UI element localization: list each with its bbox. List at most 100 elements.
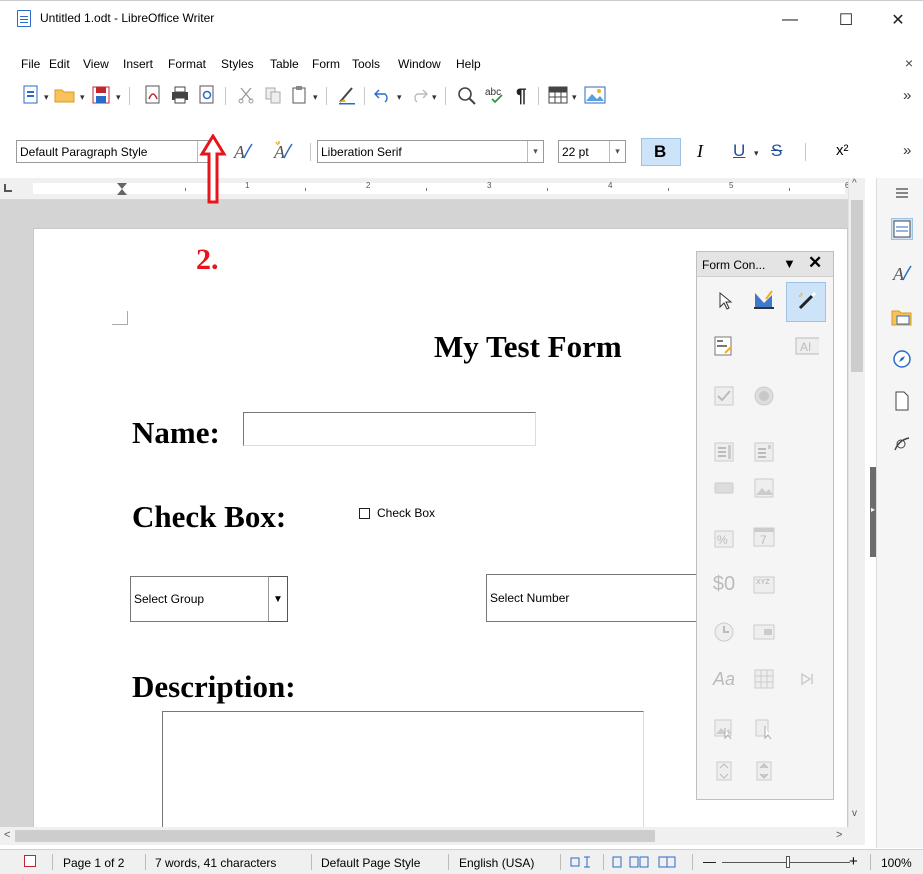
menu-tools[interactable]: Tools (352, 57, 380, 71)
new-style-icon[interactable]: A (272, 140, 294, 162)
vertical-scrollbar[interactable]: ^ v (848, 178, 865, 827)
panel-close-icon[interactable]: ✕ (808, 253, 822, 273)
italic-button[interactable]: I (697, 141, 703, 162)
menu-view[interactable]: View (83, 57, 109, 71)
time-field-icon[interactable] (712, 620, 736, 644)
gallery-icon[interactable] (891, 306, 913, 328)
menu-edit[interactable]: Edit (49, 57, 70, 71)
menu-format[interactable]: Format (168, 57, 206, 71)
description-text-area[interactable] (162, 711, 644, 827)
formatted-field-icon[interactable]: % (712, 527, 736, 551)
scroll-left-icon[interactable]: < (4, 829, 10, 841)
horizontal-scroll-thumb[interactable] (15, 830, 655, 842)
indent-marker-icon[interactable] (117, 189, 127, 195)
pattern-field-icon[interactable]: XYZ (752, 572, 776, 596)
label-text-icon[interactable]: Aa (712, 667, 736, 691)
check-box-control[interactable] (359, 508, 370, 519)
open-folder-icon[interactable] (54, 84, 76, 106)
select-number-listbox[interactable]: Select Number (486, 574, 701, 622)
save-icon[interactable] (90, 84, 112, 106)
combo-box-icon[interactable] (752, 440, 776, 464)
name-text-field[interactable] (243, 412, 536, 446)
find-replace-icon[interactable] (456, 84, 478, 106)
copy-icon[interactable] (262, 84, 284, 106)
menu-styles[interactable]: Styles (221, 57, 254, 71)
view-layout-icons[interactable] (612, 856, 682, 868)
menu-insert[interactable]: Insert (123, 57, 153, 71)
paste-icon[interactable] (289, 84, 311, 106)
zoom-out-button[interactable]: — (703, 854, 716, 869)
properties-icon[interactable] (891, 218, 913, 240)
image-control-icon[interactable] (712, 717, 736, 741)
zoom-in-button[interactable]: + (849, 853, 858, 870)
font-size-combo[interactable]: 22 pt ▾ (558, 140, 626, 163)
scroll-right-icon[interactable]: > (836, 829, 842, 841)
styles-icon[interactable]: A (891, 262, 913, 284)
toolbar-overflow-button[interactable]: » (903, 87, 911, 104)
zoom-slider-thumb[interactable] (786, 856, 790, 868)
close-window-button[interactable]: ✕ (875, 6, 921, 34)
insert-mode-icon[interactable] (570, 856, 596, 868)
select-pointer-icon[interactable] (713, 289, 737, 313)
menu-window[interactable]: Window (398, 57, 441, 71)
form-controls-header[interactable]: Form Con... ▼ ✕ (697, 252, 833, 277)
cut-icon[interactable] (235, 84, 257, 106)
chevron-down-icon[interactable]: ▾ (527, 141, 543, 162)
table-control-icon[interactable] (752, 667, 776, 691)
redo-icon[interactable] (408, 84, 430, 106)
insert-image-icon[interactable] (584, 84, 606, 106)
underline-button[interactable]: U (733, 141, 745, 161)
horizontal-ruler[interactable]: 1 2 3 4 5 6 (0, 178, 855, 200)
list-box-icon[interactable] (712, 440, 736, 464)
document-modified-icon[interactable] (24, 855, 36, 867)
file-selection-icon[interactable] (752, 620, 776, 644)
control-wizards-icon[interactable] (795, 289, 819, 313)
page-count-status[interactable]: Page 1 of 2 (63, 856, 124, 870)
label-field-icon[interactable]: AI (795, 334, 819, 358)
navigation-bar-icon[interactable] (795, 667, 819, 691)
push-button-icon[interactable] (712, 476, 736, 500)
word-count-status[interactable]: 7 words, 41 characters (155, 856, 276, 870)
insert-table-icon[interactable] (547, 84, 569, 106)
superscript-button[interactable]: x² (836, 142, 849, 159)
minimize-button[interactable]: — (767, 6, 813, 34)
export-pdf-icon[interactable] (142, 84, 164, 106)
font-name-combo[interactable]: Liberation Serif ▾ (317, 140, 544, 163)
bold-button[interactable]: B (641, 138, 681, 166)
update-style-icon[interactable]: A (232, 140, 254, 162)
tab-stop-icon[interactable] (4, 184, 12, 192)
toolbar-overflow-button[interactable]: » (903, 142, 911, 159)
document-select-icon[interactable] (752, 717, 776, 741)
language-status[interactable]: English (USA) (459, 856, 534, 870)
navigator-icon[interactable] (891, 348, 913, 370)
strikethrough-button[interactable]: S (771, 141, 782, 161)
sidebar-menu-icon[interactable] (891, 182, 913, 204)
spin-button-icon[interactable] (712, 759, 736, 783)
zoom-level-status[interactable]: 100% (881, 856, 912, 870)
spelling-icon[interactable]: abc (484, 84, 506, 106)
undo-icon[interactable] (372, 84, 394, 106)
chevron-down-icon[interactable]: ▼ (268, 576, 288, 622)
chevron-down-icon[interactable]: ▾ (609, 141, 625, 162)
maximize-button[interactable]: ☐ (823, 6, 869, 34)
vertical-scroll-thumb[interactable] (851, 200, 863, 372)
panel-menu-dropdown-icon[interactable]: ▼ (783, 256, 796, 271)
formatting-marks-icon[interactable]: ¶ (512, 84, 534, 106)
page-style-status[interactable]: Default Page Style (321, 856, 420, 870)
print-icon[interactable] (169, 84, 191, 106)
paragraph-style-combo[interactable]: Default Paragraph Style ▾ (16, 140, 214, 163)
image-button-icon[interactable] (752, 476, 776, 500)
new-document-icon[interactable] (20, 84, 42, 106)
page-icon[interactable] (891, 390, 913, 412)
menu-form[interactable]: Form (312, 57, 340, 71)
design-mode-icon[interactable] (752, 287, 776, 311)
menu-table[interactable]: Table (270, 57, 299, 71)
manage-changes-icon[interactable] (891, 434, 913, 456)
checkbox-control-icon[interactable] (712, 384, 736, 408)
clear-formatting-icon[interactable] (336, 84, 358, 106)
scrollbar-control-icon[interactable] (752, 759, 776, 783)
menu-file[interactable]: File (21, 57, 40, 71)
form-design-icon[interactable] (712, 334, 736, 358)
horizontal-scrollbar[interactable]: < > (0, 827, 865, 845)
select-group-listbox[interactable]: Select Group (130, 576, 268, 622)
